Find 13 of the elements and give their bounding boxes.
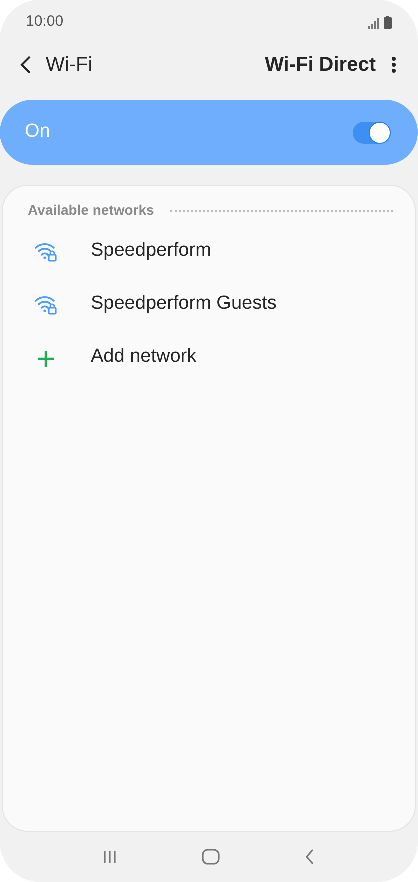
switch-label: On — [25, 120, 50, 144]
toggle-switch[interactable] — [353, 122, 391, 144]
network-item[interactable]: Speedperform — [3, 225, 415, 278]
network-item[interactable]: Speedperform Guests — [3, 278, 415, 331]
wifi-direct-button[interactable]: Wi-Fi Direct — [265, 50, 376, 80]
add-network-item[interactable]: Add network — [3, 331, 415, 384]
wifi-lock-icon — [35, 242, 57, 262]
battery-icon — [384, 16, 392, 28]
wifi-lock-icon — [35, 294, 57, 314]
clock: 10:00 — [26, 12, 64, 32]
page-title: Wi-Fi — [46, 53, 94, 78]
signal-icon — [368, 18, 380, 28]
section-heading: Available networks — [28, 201, 154, 220]
